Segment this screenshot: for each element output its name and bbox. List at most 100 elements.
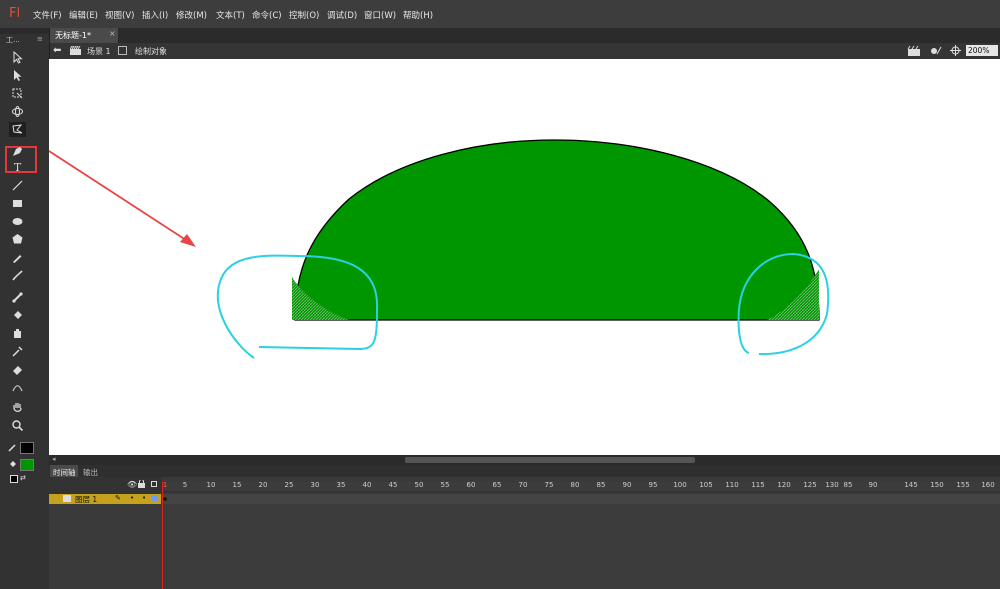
- frame-number: 155: [956, 481, 970, 489]
- frame-number: 160: [981, 481, 995, 489]
- layer-icon: [63, 495, 71, 502]
- menu-control[interactable]: 控制(O): [289, 9, 319, 21]
- panel-menu-icon[interactable]: ≡: [37, 35, 43, 43]
- selection-tool-icon[interactable]: [9, 50, 26, 65]
- frame-number: 120: [777, 481, 791, 489]
- eyedropper-tool-icon[interactable]: [9, 344, 26, 359]
- frame-number: 10: [206, 481, 216, 489]
- tools-panel: 工... ≡ T ⇄: [0, 28, 50, 589]
- pen-tool-icon[interactable]: [9, 144, 26, 159]
- menu-file[interactable]: 文件(F): [33, 9, 62, 21]
- frame-number: 95: [648, 481, 658, 489]
- document-tab-title: 无标题-1*: [55, 31, 91, 40]
- polystar-tool-icon[interactable]: [9, 232, 26, 247]
- width-tool-icon[interactable]: [9, 380, 26, 395]
- layer-frame-track: [162, 494, 1000, 504]
- playhead[interactable]: [162, 482, 163, 589]
- timeline-tab-bar: 时间轴 输出: [49, 465, 1000, 477]
- lock-icon[interactable]: [138, 479, 145, 488]
- frame-number: 75: [544, 481, 554, 489]
- tools-panel-gripper[interactable]: [0, 28, 49, 34]
- menu-window[interactable]: 窗口(W): [364, 9, 396, 21]
- frame-number: 55: [440, 481, 450, 489]
- paint-bucket-tool-icon[interactable]: [9, 308, 26, 323]
- frame-number: 90: [868, 481, 878, 489]
- outline-color-square[interactable]: [152, 495, 158, 501]
- tools-panel-label: 工...: [6, 36, 20, 44]
- black-white-icon[interactable]: [10, 475, 18, 483]
- menu-modify[interactable]: 修改(M): [176, 9, 207, 21]
- eraser-tool-icon[interactable]: [9, 362, 26, 377]
- outline-icon[interactable]: [151, 481, 157, 487]
- edit-bar: ⬅ 场景 1 绘制对象 200%: [50, 43, 1000, 60]
- line-tool-icon[interactable]: [9, 178, 26, 193]
- layer-row[interactable]: 图层 1 ✎ • •: [49, 494, 161, 504]
- rectangle-tool-icon[interactable]: [9, 196, 26, 211]
- stroke-color-swatch[interactable]: [20, 442, 34, 454]
- menu-text[interactable]: 文本(T): [216, 9, 245, 21]
- stage-canvas[interactable]: [49, 59, 1000, 455]
- oval-tool-icon[interactable]: [9, 214, 26, 229]
- frame-number: 1: [162, 481, 168, 489]
- frame-number: 105: [699, 481, 713, 489]
- lock-dot-icon[interactable]: •: [142, 494, 146, 502]
- frame-number: 145: [904, 481, 918, 489]
- drawing-object-label[interactable]: 绘制对象: [135, 46, 167, 57]
- frame-number: 80: [570, 481, 580, 489]
- frames-grid[interactable]: [162, 482, 1000, 589]
- menu-debug[interactable]: 调试(D): [327, 9, 357, 21]
- frame-number: 130: [825, 481, 839, 489]
- pencil-icon: ✎: [115, 494, 121, 502]
- stroke-color-icon: [8, 442, 18, 452]
- frame-number: 85: [843, 481, 853, 489]
- pencil-tool-icon[interactable]: [9, 250, 26, 265]
- document-tab-bar: [50, 28, 1000, 43]
- edit-scene-icon[interactable]: [907, 45, 921, 56]
- ink-bottle-tool-icon[interactable]: [9, 326, 26, 341]
- eye-icon[interactable]: 👁: [127, 480, 137, 489]
- lasso-tool-icon[interactable]: [9, 122, 26, 137]
- menu-insert[interactable]: 插入(I): [142, 9, 168, 21]
- hand-tool-icon[interactable]: [9, 400, 26, 415]
- frame-number: 20: [258, 481, 268, 489]
- center-stage-icon[interactable]: [950, 45, 961, 56]
- app-logo: Fl: [9, 6, 21, 21]
- frame-number: 60: [466, 481, 476, 489]
- frame-number: 85: [596, 481, 606, 489]
- bone-tool-icon[interactable]: [9, 290, 26, 305]
- frame-number: 45: [388, 481, 398, 489]
- green-dome-shape[interactable]: [294, 139, 820, 321]
- free-transform-tool-icon[interactable]: [9, 86, 26, 101]
- brush-tool-icon[interactable]: [9, 268, 26, 283]
- zoom-tool-icon[interactable]: [9, 418, 26, 433]
- menu-edit[interactable]: 编辑(E): [69, 9, 98, 21]
- fill-color-swatch[interactable]: [20, 459, 34, 471]
- menu-view[interactable]: 视图(V): [105, 9, 134, 21]
- frame-number: 70: [518, 481, 528, 489]
- frame-number: 115: [751, 481, 765, 489]
- scroll-thumb[interactable]: [405, 457, 695, 463]
- scene-label[interactable]: 场景 1: [87, 46, 111, 57]
- menu-bar: Fl 文件(F) 编辑(E) 视图(V) 插入(I) 修改(M) 文本(T) 命…: [0, 0, 1000, 29]
- close-icon[interactable]: ×: [109, 29, 116, 38]
- keyframe-dot: [163, 497, 167, 501]
- scroll-left-icon[interactable]: ◂: [52, 455, 56, 463]
- text-tool-icon[interactable]: T: [9, 160, 26, 175]
- visibility-dot-icon[interactable]: •: [130, 494, 134, 502]
- frame-number: 15: [232, 481, 242, 489]
- subselection-tool-icon[interactable]: [9, 68, 26, 83]
- swap-colors-icon[interactable]: ⇄: [20, 475, 28, 482]
- back-arrow-icon[interactable]: ⬅: [53, 45, 61, 56]
- layer-name[interactable]: 图层 1: [75, 494, 97, 505]
- frame-number: 110: [725, 481, 739, 489]
- horizontal-scrollbar[interactable]: ◂: [49, 455, 1000, 465]
- 3d-rotation-tool-icon[interactable]: [9, 104, 26, 119]
- frame-number: 90: [622, 481, 632, 489]
- zoom-select[interactable]: 200%: [966, 45, 998, 56]
- edit-symbols-icon[interactable]: [929, 45, 943, 56]
- frame-number: 125: [803, 481, 817, 489]
- menu-commands[interactable]: 命令(C): [252, 9, 282, 21]
- frame-number: 100: [673, 481, 687, 489]
- menu-help[interactable]: 帮助(H): [403, 9, 433, 21]
- frame-number: 35: [336, 481, 346, 489]
